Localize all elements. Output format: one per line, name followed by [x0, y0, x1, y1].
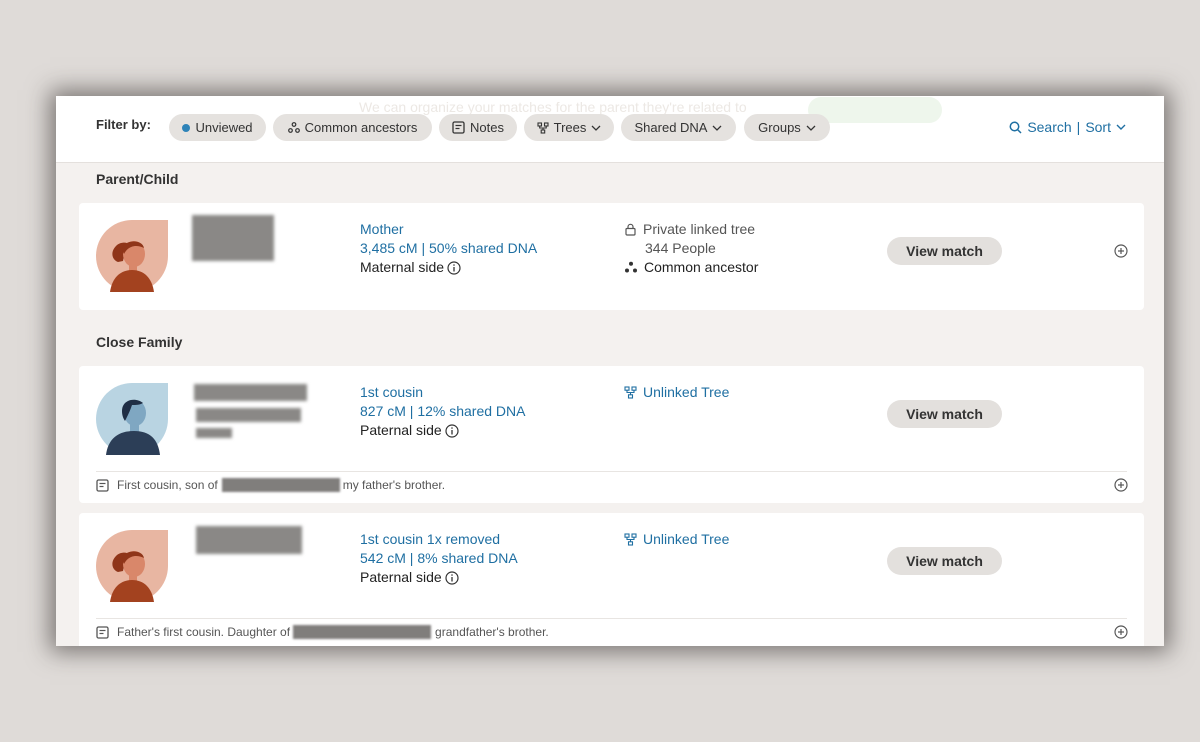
male-avatar[interactable] [96, 383, 168, 455]
filter-notes-label: Notes [470, 120, 504, 135]
parental-side: Paternal side [360, 421, 526, 440]
parental-side: Paternal side [360, 568, 518, 587]
filter-trees-label: Trees [553, 120, 587, 135]
match-note[interactable]: First cousin, son of my father's brother. [96, 478, 445, 492]
relationship-info: Mother 3,485 cM | 50% shared DNA Materna… [360, 220, 537, 277]
parental-side: Maternal side [360, 258, 537, 277]
private-tree-label: Private linked tree [643, 221, 756, 237]
filter-trees[interactable]: Trees [524, 114, 614, 141]
redacted-name [196, 408, 301, 422]
match-card: 1st cousin 827 cM | 12% shared DNA Pater… [79, 366, 1144, 503]
background-banner-text: We can organize your matches for the par… [359, 99, 747, 115]
tree-icon [624, 386, 637, 399]
chevron-down-icon[interactable] [1116, 124, 1126, 130]
filter-unviewed-label: Unviewed [195, 120, 253, 135]
filter-shared-dna[interactable]: Shared DNA [621, 114, 736, 141]
info-icon[interactable] [445, 423, 459, 438]
filter-bar: We can organize your matches for the par… [56, 96, 1164, 163]
view-match-button[interactable]: View match [887, 400, 1002, 428]
note-divider [96, 618, 1127, 619]
add-note-icon[interactable] [1114, 625, 1128, 639]
relationship-link[interactable]: Mother [360, 220, 537, 239]
info-icon[interactable] [447, 260, 461, 275]
tree-info: Unlinked Tree [624, 383, 729, 402]
notes-icon [96, 478, 109, 492]
parental-side-label: Paternal side [360, 569, 442, 585]
tree-icon [624, 533, 637, 546]
tree-people-count: 344 People [645, 240, 716, 256]
relationship-link[interactable]: 1st cousin 1x removed [360, 530, 518, 549]
unlinked-tree-link[interactable]: Unlinked Tree [643, 383, 729, 402]
notes-icon [96, 625, 109, 639]
redacted-name [192, 215, 274, 261]
filter-notes[interactable]: Notes [439, 114, 517, 141]
redacted-name [221, 478, 340, 492]
tree-info: Unlinked Tree [624, 530, 729, 549]
dna-matches-window: We can organize your matches for the par… [56, 96, 1164, 646]
filter-shared-dna-label: Shared DNA [634, 120, 708, 135]
common-ancestor-label: Common ancestor [644, 259, 759, 275]
female-avatar[interactable] [96, 220, 168, 292]
search-link[interactable]: Search [1027, 119, 1071, 135]
match-note[interactable]: Father's first cousin. Daughter of grandf… [96, 625, 549, 639]
unlinked-tree-row[interactable]: Unlinked Tree [624, 530, 729, 549]
relationship-info: 1st cousin 827 cM | 12% shared DNA Pater… [360, 383, 526, 440]
redacted-name [196, 526, 302, 554]
note-prefix: Father's first cousin. Daughter of [117, 625, 291, 639]
section-title-close-family: Close Family [96, 334, 183, 350]
filter-unviewed[interactable]: Unviewed [169, 114, 266, 141]
note-prefix: First cousin, son of [117, 478, 218, 492]
redacted-name [194, 384, 307, 401]
parental-side-label: Paternal side [360, 422, 442, 438]
female-avatar[interactable] [96, 530, 168, 602]
common-ancestors-icon [625, 261, 637, 273]
redacted-name [196, 428, 232, 438]
background-banner-button [808, 97, 942, 123]
add-note-icon[interactable] [1114, 244, 1128, 258]
common-ancestors-icon [287, 121, 300, 133]
note-suffix: grandfather's brother. [435, 625, 549, 639]
tree-info: Private linked tree 344 People Common an… [624, 220, 758, 277]
search-icon[interactable] [1009, 121, 1022, 134]
shared-dna-link[interactable]: 3,485 cM | 50% shared DNA [360, 239, 537, 258]
common-ancestor-row[interactable]: Common ancestor [624, 258, 758, 277]
view-match-button[interactable]: View match [887, 237, 1002, 265]
note-divider [96, 471, 1127, 472]
search-sort-controls: Search | Sort [1009, 119, 1126, 135]
filter-groups[interactable]: Groups [744, 114, 830, 141]
private-tree-row: Private linked tree [624, 220, 758, 239]
filter-by-label: Filter by: [96, 117, 151, 132]
match-card: 1st cousin 1x removed 542 cM | 8% shared… [79, 513, 1144, 646]
unlinked-tree-link[interactable]: Unlinked Tree [643, 530, 729, 549]
shared-dna-link[interactable]: 827 cM | 12% shared DNA [360, 402, 526, 421]
match-card: Mother 3,485 cM | 50% shared DNA Materna… [79, 203, 1144, 310]
unviewed-dot-icon [182, 123, 191, 132]
shared-dna-link[interactable]: 542 cM | 8% shared DNA [360, 549, 518, 568]
lock-icon [625, 223, 636, 236]
filter-groups-label: Groups [758, 120, 801, 135]
tree-icon [537, 121, 549, 134]
search-sort-separator: | [1076, 119, 1081, 135]
filter-common-ancestors-label: Common ancestors [304, 120, 418, 135]
note-suffix: my father's brother. [342, 478, 446, 492]
sort-link[interactable]: Sort [1085, 119, 1111, 135]
chevron-down-icon [713, 125, 722, 131]
add-note-icon[interactable] [1114, 478, 1128, 492]
parental-side-label: Maternal side [360, 259, 445, 275]
chevron-down-icon [591, 125, 601, 131]
filter-common-ancestors[interactable]: Common ancestors [273, 114, 432, 141]
chevron-down-icon [806, 125, 816, 131]
relationship-info: 1st cousin 1x removed 542 cM | 8% shared… [360, 530, 518, 587]
unlinked-tree-row[interactable]: Unlinked Tree [624, 383, 729, 402]
section-title-parent-child: Parent/Child [96, 171, 179, 187]
view-match-button[interactable]: View match [887, 547, 1002, 575]
redacted-name [293, 625, 432, 639]
info-icon[interactable] [445, 570, 459, 585]
relationship-link[interactable]: 1st cousin [360, 383, 526, 402]
notes-icon [452, 121, 465, 134]
